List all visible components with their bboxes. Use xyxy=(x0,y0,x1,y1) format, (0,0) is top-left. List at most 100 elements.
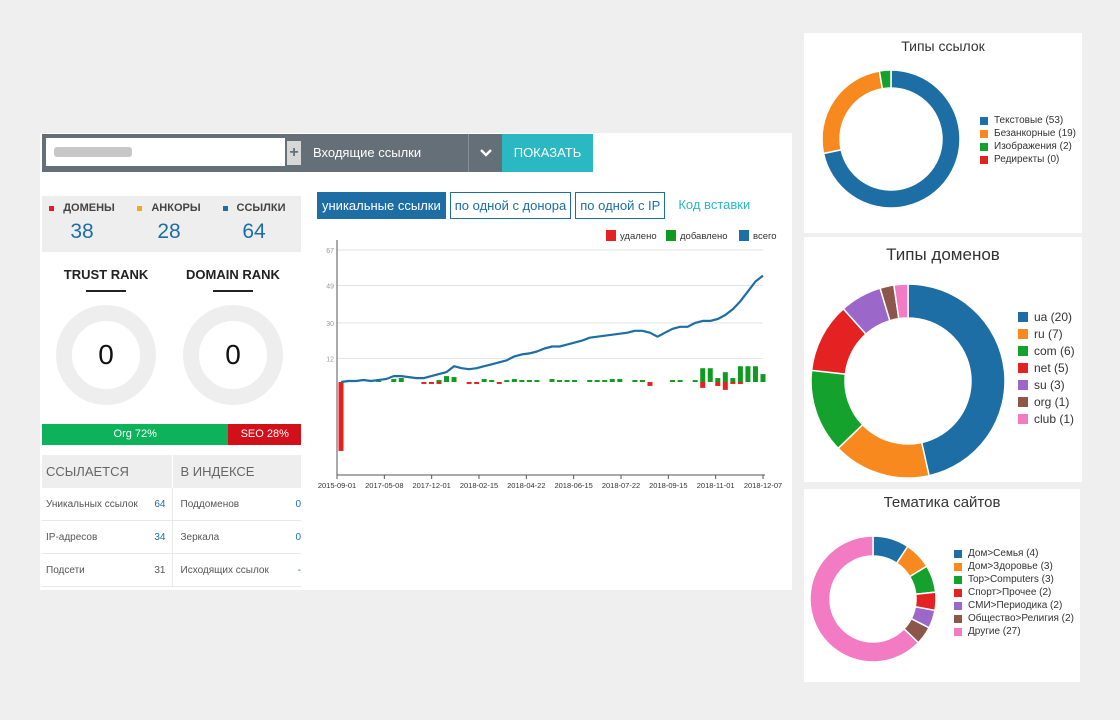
legend-label: добавлено xyxy=(680,231,728,242)
stat-label: ДОМЕНЫ xyxy=(63,202,115,214)
legend-item[interactable]: org (1) xyxy=(1018,395,1075,409)
legend-label: Редиректы (0) xyxy=(994,154,1060,165)
row-label: Уникальных ссылок xyxy=(46,498,138,510)
added-bar xyxy=(451,377,457,382)
legend-item[interactable]: net (5) xyxy=(1018,361,1075,375)
legend-item[interactable]: СМИ>Периодика (2) xyxy=(954,600,1074,611)
x-tick-label: 2018-02-15 xyxy=(460,481,498,490)
added-bar xyxy=(752,366,758,382)
tab-embed-code[interactable]: Код вставки xyxy=(669,192,760,219)
legend-item[interactable]: ru (7) xyxy=(1018,327,1075,341)
legend-item[interactable]: Редиректы (0) xyxy=(980,154,1076,165)
legend-swatch xyxy=(1018,312,1028,322)
stat-value: 64 xyxy=(242,220,266,243)
legend-label: Безанкорные (19) xyxy=(994,128,1077,139)
chart-tabs: уникальные ссылки по одной с донора по о… xyxy=(317,192,760,219)
legend-label: ua (20) xyxy=(1034,310,1073,324)
legend-item[interactable]: Общество>Религия (2) xyxy=(954,613,1074,624)
mode-dropdown-button[interactable] xyxy=(468,134,502,172)
legend-swatch xyxy=(954,562,962,571)
legend-swatch xyxy=(954,601,962,610)
added-bar xyxy=(504,380,510,382)
link-types-card: Типы ссылок Текстовые (53) Безанкорные (1… xyxy=(804,33,1082,233)
legend-item[interactable]: com (6) xyxy=(1018,344,1075,358)
legend-item[interactable]: Безанкорные (19) xyxy=(980,128,1076,139)
anchors-dot xyxy=(137,205,143,211)
legend-swatch xyxy=(606,230,616,241)
row-value[interactable]: 34 xyxy=(154,532,165,543)
removed-bar xyxy=(421,382,427,384)
legend-label: Общество>Религия (2) xyxy=(968,613,1074,624)
removed-bar xyxy=(730,382,736,384)
tab-one-per-donor[interactable]: по одной с донора xyxy=(449,192,572,219)
row-value[interactable]: 0 xyxy=(295,499,301,510)
legend-label: com (6) xyxy=(1034,344,1075,358)
added-bar xyxy=(511,379,517,382)
trust-rank-ring: 0 xyxy=(56,305,156,405)
legend-swatch xyxy=(954,549,962,558)
row-label: Исходящих ссылок xyxy=(180,564,269,576)
url-input-wrapper xyxy=(42,134,285,172)
added-bar xyxy=(670,380,676,382)
row-label: IP-адресов xyxy=(46,531,98,543)
links-table-header: ССЫЛАЕТСЯ В ИНДЕКСЕ xyxy=(42,455,301,488)
added-bar xyxy=(587,380,593,382)
stat-anchors[interactable]: АНКОРЫ 28 xyxy=(129,202,209,244)
added-bar xyxy=(398,378,404,382)
legend-item[interactable]: ua (20) xyxy=(1018,310,1075,324)
legend-label: su (3) xyxy=(1034,378,1065,392)
legend-swatch xyxy=(980,155,988,164)
main-panel: + Входящие ссылки ПОКАЗАТЬ ДОМЕНЫ 38 АНК… xyxy=(40,133,792,590)
org-seo-bar: Org 72% SEO 28% xyxy=(42,424,301,445)
legend-label: Спорт>Прочее (2) xyxy=(968,587,1052,598)
stat-domains[interactable]: ДОМЕНЫ 38 xyxy=(42,202,122,244)
stat-links[interactable]: ССЫЛКИ 64 xyxy=(214,202,294,244)
y-tick-label: 30 xyxy=(326,321,334,328)
legend-label: Top>Computers (3) xyxy=(968,574,1054,585)
added-bar xyxy=(639,380,645,382)
legend-item[interactable]: club (1) xyxy=(1018,412,1075,426)
site-topics-legend: Дом>Семья (4) Дом>Здоровье (3) Top>Compute… xyxy=(954,548,1074,639)
legend-label: удалено xyxy=(620,231,657,242)
x-tick-label: 2015-09-01 xyxy=(318,481,356,490)
legend-item[interactable]: Текстовые (53) xyxy=(980,115,1076,126)
legend-item[interactable]: Дом>Семья (4) xyxy=(954,548,1074,559)
mode-select[interactable]: Входящие ссылки xyxy=(303,134,468,172)
legend-label: net (5) xyxy=(1034,361,1069,375)
show-button[interactable]: ПОКАЗАТЬ xyxy=(502,134,593,172)
legend-item[interactable]: Спорт>Прочее (2) xyxy=(954,587,1074,598)
trust-rank-title: TRUST RANK xyxy=(63,267,149,282)
legend-label: всего xyxy=(753,231,777,242)
added-bar xyxy=(760,374,766,382)
legend-swatch xyxy=(1018,414,1028,424)
legend-item[interactable]: Дом>Здоровье (3) xyxy=(954,561,1074,572)
legend-label: СМИ>Периодика (2) xyxy=(968,600,1063,611)
removed-bar xyxy=(722,382,728,390)
added-bar xyxy=(564,380,570,382)
x-tick-label: 2018-09-15 xyxy=(649,481,687,490)
domain-rank-underline xyxy=(213,290,253,292)
added-bar xyxy=(557,380,563,382)
add-url-button[interactable]: + xyxy=(285,134,303,172)
table-row: IP-адресов 34 Зеркала 0 xyxy=(42,521,301,554)
seo-segment: SEO 28% xyxy=(228,424,301,445)
legend-label: club (1) xyxy=(1034,412,1075,426)
tab-unique-links[interactable]: уникальные ссылки xyxy=(317,192,446,219)
links-table: ССЫЛАЕТСЯ В ИНДЕКСЕ Уникальных ссылок 64 … xyxy=(42,455,301,587)
row-value[interactable]: - xyxy=(298,565,301,576)
y-tick-label: 49 xyxy=(326,283,334,290)
legend-item[interactable]: su (3) xyxy=(1018,378,1075,392)
legend-swatch xyxy=(980,116,988,125)
legend-item[interactable]: Изображения (2) xyxy=(980,141,1076,152)
tab-one-per-ip[interactable]: по одной с IP xyxy=(575,192,666,219)
added-bar xyxy=(722,372,728,382)
legend-label: Дом>Здоровье (3) xyxy=(968,561,1053,572)
row-value[interactable]: 0 xyxy=(295,532,301,543)
row-value[interactable]: 64 xyxy=(154,499,165,510)
added-bar xyxy=(692,380,698,382)
legend-item[interactable]: Top>Computers (3) xyxy=(954,574,1074,585)
added-bar xyxy=(677,380,683,382)
legend-item[interactable]: Другие (27) xyxy=(954,626,1074,637)
y-tick-label: 12 xyxy=(326,356,334,363)
row-label: Подсети xyxy=(46,564,85,576)
